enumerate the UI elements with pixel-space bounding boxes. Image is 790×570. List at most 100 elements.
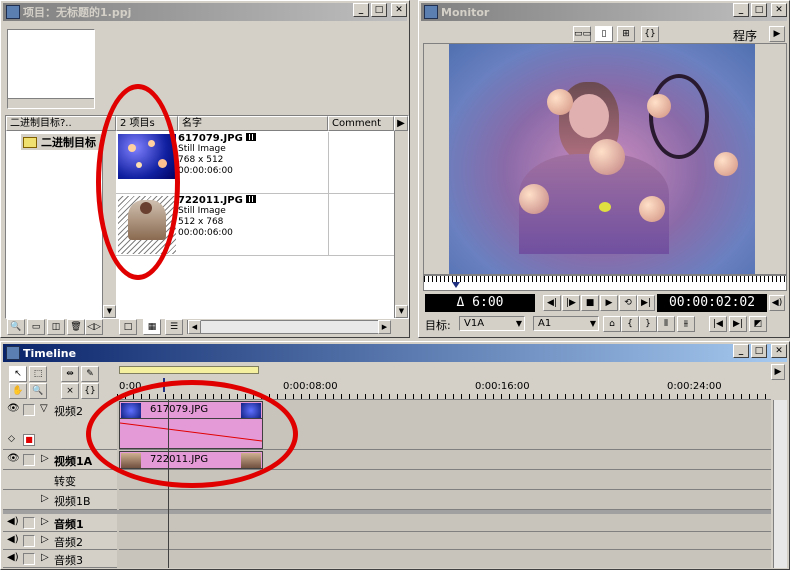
scroll-down-button[interactable]: ▼: [395, 305, 408, 318]
minimize-button[interactable]: _: [733, 3, 749, 17]
selection-tool-icon[interactable]: ↖: [9, 366, 27, 382]
track-header-a1[interactable]: ◀) ▷ 音频1: [3, 514, 117, 532]
track-lane-transition[interactable]: [119, 470, 771, 490]
scroll-left-button[interactable]: ◀: [188, 320, 201, 334]
preview-scrollbar[interactable]: [8, 98, 94, 108]
maximize-button[interactable]: □: [751, 3, 767, 17]
maximize-button[interactable]: □: [751, 344, 767, 358]
bin-item[interactable]: 二进制目标: [21, 134, 101, 150]
playhead-marker[interactable]: [452, 282, 460, 288]
zoom-tool-icon[interactable]: 🔍: [29, 383, 47, 399]
play-in-out-icon[interactable]: ▶|: [637, 295, 655, 311]
lock-toggle[interactable]: [23, 517, 35, 529]
video-target-select[interactable]: V1A ▼: [459, 316, 525, 331]
track-lane-a3[interactable]: [119, 550, 771, 568]
list-scrollbar[interactable]: ▼: [394, 131, 408, 318]
stop-icon[interactable]: ■: [581, 295, 599, 311]
eye-icon[interactable]: 👁: [7, 453, 20, 464]
track-header-v1a[interactable]: 👁 ▷ 视频1A: [3, 450, 117, 470]
go-previous-edit-icon[interactable]: |◀: [709, 316, 727, 332]
clip-722011[interactable]: 722011.JPG: [119, 451, 263, 469]
speaker-icon[interactable]: ◀): [7, 516, 19, 527]
work-area-bar[interactable]: [119, 366, 259, 374]
track-select-tool-icon[interactable]: ⇹: [61, 366, 79, 382]
triangle-right-icon[interactable]: ▷: [41, 453, 49, 464]
track-header-a2[interactable]: ◀) ▷ 音频2: [3, 532, 117, 550]
monitor-scrubber[interactable]: [423, 275, 787, 291]
scroll-right-button[interactable]: ▶: [378, 320, 391, 334]
go-next-edit-icon[interactable]: ▶|: [729, 316, 747, 332]
triangle-right-icon[interactable]: ▷: [41, 552, 49, 563]
keyframe-icon[interactable]: ◇: [8, 434, 15, 444]
eye-icon[interactable]: 👁: [7, 403, 20, 414]
delete-icon[interactable]: 🗑: [67, 319, 85, 335]
overlay-icon[interactable]: ⫵: [677, 316, 695, 332]
horizontal-scrollbar[interactable]: ◀ ▶: [187, 320, 391, 334]
triangle-down-icon[interactable]: ▽: [40, 403, 48, 414]
lock-toggle[interactable]: [23, 404, 35, 416]
hand-tool-icon[interactable]: ✋: [9, 383, 27, 399]
lock-toggle[interactable]: [23, 553, 35, 565]
track-lane-a2[interactable]: [119, 532, 771, 550]
track-lane-v1a[interactable]: 722011.JPG: [119, 450, 771, 470]
monitor-menu-button[interactable]: ▶: [769, 26, 785, 42]
mark-out-icon[interactable]: }: [639, 316, 657, 332]
maximize-button[interactable]: □: [371, 3, 387, 17]
bin-column-header[interactable]: 二进制目标?..: [6, 116, 116, 131]
close-button[interactable]: ✕: [771, 3, 787, 17]
trim-icon[interactable]: ◩: [749, 316, 767, 332]
minimize-button[interactable]: _: [353, 3, 369, 17]
dual-view-icon[interactable]: ▯: [595, 26, 613, 42]
opacity-icon[interactable]: ■: [23, 434, 35, 446]
opacity-rubberband[interactable]: [119, 419, 263, 449]
razor-tool-icon[interactable]: ✎: [81, 366, 99, 382]
audio-target-select[interactable]: A1 ▼: [533, 316, 599, 331]
new-bin-icon[interactable]: ▭: [27, 319, 45, 335]
name-column-header[interactable]: 名字: [178, 116, 328, 131]
single-view-icon[interactable]: ▭▭: [573, 26, 591, 42]
triangle-right-icon[interactable]: ▷: [41, 534, 49, 545]
trim-view-icon[interactable]: ⊞: [617, 26, 635, 42]
column-menu-button[interactable]: ▶: [394, 116, 408, 131]
count-column-header[interactable]: 2 项目s: [116, 116, 178, 131]
frame-forward-icon[interactable]: |▶: [562, 295, 580, 311]
project-titlebar[interactable]: 项目：无标题的1.ppj: [3, 3, 407, 21]
speaker-icon[interactable]: ◀): [7, 552, 19, 563]
resize-icon[interactable]: ◁▷: [85, 319, 103, 335]
lift-icon[interactable]: ⌂: [603, 316, 621, 332]
track-header-transition[interactable]: 转变: [3, 470, 117, 490]
clip-617079[interactable]: 617079.JPG: [119, 401, 263, 419]
list-view-icon[interactable]: ☰: [165, 319, 183, 335]
marquee-tool-icon[interactable]: ⬚: [29, 366, 47, 382]
edit-line-marker[interactable]: [163, 378, 171, 392]
play-icon[interactable]: ▶: [600, 295, 618, 311]
gang-icon[interactable]: {}: [641, 26, 659, 42]
track-lane-v2[interactable]: 617079.JPG: [119, 400, 771, 450]
track-header-a3[interactable]: ◀) ▷ 音频3: [3, 550, 117, 568]
list-item[interactable]: 722011.JPG Still Image 512 x 768 00:00:0…: [116, 194, 396, 256]
icon-view-icon[interactable]: □: [119, 319, 137, 335]
close-button[interactable]: ✕: [391, 3, 407, 17]
timeline-menu-button[interactable]: ▶: [771, 364, 785, 380]
triangle-right-icon[interactable]: ▷: [41, 493, 49, 504]
timeline-titlebar[interactable]: Timeline: [3, 344, 787, 362]
new-item-icon[interactable]: ◫: [47, 319, 65, 335]
lock-toggle[interactable]: [23, 454, 35, 466]
loop-icon[interactable]: ⟲: [619, 295, 637, 311]
frame-back-icon[interactable]: ◀|: [543, 295, 561, 311]
track-header-v2[interactable]: 👁 ▽ 视频2 ◇ ■: [3, 400, 117, 450]
track-lane-v1b[interactable]: [119, 490, 771, 510]
track-lane-a1[interactable]: [119, 514, 771, 532]
scroll-down-button[interactable]: ▼: [103, 305, 116, 318]
minimize-button[interactable]: _: [733, 344, 749, 358]
comment-column-header[interactable]: Comment: [328, 116, 394, 131]
track-header-v1b[interactable]: ▷ 视频1B: [3, 490, 117, 510]
mark-in-icon[interactable]: {: [621, 316, 639, 332]
bin-scrollbar[interactable]: ▼: [102, 131, 116, 318]
list-item[interactable]: 617079.JPG Still Image 768 x 512 00:00:0…: [116, 132, 396, 194]
link-tool-icon[interactable]: ⨯: [61, 383, 79, 399]
insert-icon[interactable]: ⫴: [657, 316, 675, 332]
in-out-tool-icon[interactable]: {}: [81, 383, 99, 399]
close-button[interactable]: ✕: [771, 344, 787, 358]
thumbnail-view-icon[interactable]: ▦: [143, 319, 161, 335]
